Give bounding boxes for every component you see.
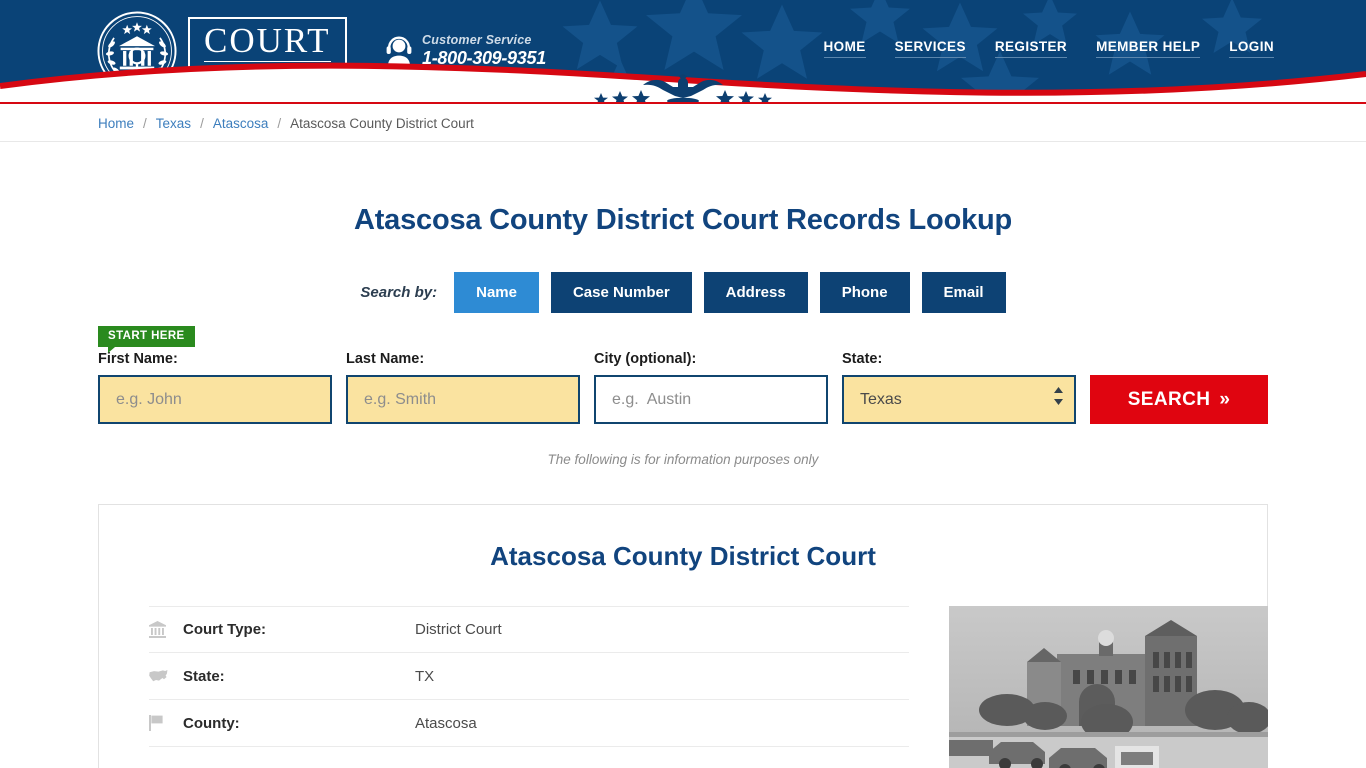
breadcrumb-atascosa[interactable]: Atascosa	[213, 116, 269, 131]
nav-member-help[interactable]: MEMBER HELP	[1096, 39, 1201, 58]
table-row: Court Type: District Court	[149, 606, 909, 653]
start-here-badge: START HERE	[98, 326, 195, 353]
tab-case-number[interactable]: Case Number	[550, 272, 692, 313]
nav-services[interactable]: SERVICES	[894, 39, 966, 58]
logo-word-primary: COURT	[204, 21, 331, 62]
search-type-tabs: Search by: Name Case Number Address Phon…	[0, 272, 1366, 313]
breadcrumb-separator: /	[200, 115, 204, 131]
county-value: Atascosa	[415, 714, 477, 732]
page-title: Atascosa County District Court Records L…	[353, 204, 1013, 236]
double-chevron-right-icon: »	[1219, 388, 1231, 410]
first-name-input[interactable]	[98, 375, 332, 424]
breadcrumb-separator: /	[277, 115, 282, 131]
breadcrumb: Home / Texas / Atascosa / Atascosa Count…	[98, 104, 474, 142]
nav-home[interactable]: HOME	[823, 39, 866, 58]
courthouse-photo	[949, 606, 1268, 768]
city-input[interactable]	[594, 375, 828, 424]
court-detail-table: Court Type: District Court State: TX Cou…	[149, 606, 909, 747]
last-name-field-group: Last Name:	[346, 351, 580, 424]
red-stripe	[0, 102, 1366, 104]
court-type-value: District Court	[415, 621, 502, 638]
main-navigation: HOME SERVICES REGISTER MEMBER HELP LOGIN	[823, 39, 1274, 58]
site-header: COURT CASE FINDER Customer Service 1-800…	[0, 0, 1366, 104]
breadcrumb-current: Atascosa County District Court	[290, 115, 474, 131]
page-content: Atascosa County District Court Records L…	[0, 204, 1366, 768]
breadcrumb-bar: Home / Texas / Atascosa / Atascosa Count…	[0, 104, 1366, 142]
tab-name[interactable]: Name	[454, 272, 539, 313]
tab-email[interactable]: Email	[921, 272, 1006, 313]
search-form: START HERE First Name: Last Name: City (…	[98, 326, 1268, 424]
search-button-label: SEARCH	[1127, 388, 1211, 410]
nav-login[interactable]: LOGIN	[1229, 39, 1274, 58]
court-info-card: Atascosa County District Court Court Typ…	[98, 504, 1268, 768]
state-field-group: State: Texas	[842, 351, 1076, 424]
first-name-field-group: First Name:	[98, 351, 332, 424]
court-type-label: Court Type:	[183, 621, 267, 638]
search-by-label: Search by:	[360, 284, 438, 301]
state-detail-label: State:	[183, 667, 225, 685]
eagle-emblem-wrap	[0, 74, 1366, 104]
tab-phone[interactable]: Phone	[819, 272, 910, 313]
breadcrumb-texas[interactable]: Texas	[156, 116, 191, 131]
eagle-icon	[594, 74, 772, 104]
table-row: County: Atascosa	[149, 700, 909, 747]
county-label: County:	[183, 714, 240, 732]
search-button[interactable]: SEARCH »	[1090, 375, 1268, 424]
first-name-label: First Name:	[98, 351, 178, 367]
flag-icon	[149, 715, 183, 731]
city-label: City (optional):	[594, 351, 697, 367]
card-title: Atascosa County District Court	[490, 541, 876, 571]
bank-icon	[149, 621, 183, 638]
breadcrumb-home[interactable]: Home	[98, 116, 134, 131]
state-label: State:	[842, 351, 883, 367]
breadcrumb-separator: /	[143, 115, 147, 131]
state-detail-value: TX	[415, 667, 435, 685]
state-select[interactable]: Texas	[842, 375, 1076, 424]
us-map-icon	[149, 669, 183, 683]
table-row: State: TX	[149, 653, 909, 700]
city-field-group: City (optional):	[594, 351, 828, 424]
disclaimer-text: The following is for information purpose…	[547, 452, 819, 467]
nav-register[interactable]: REGISTER	[994, 39, 1068, 58]
last-name-label: Last Name:	[346, 351, 425, 367]
customer-service-label: Customer Service	[422, 33, 532, 47]
last-name-input[interactable]	[346, 375, 580, 424]
tab-address[interactable]: Address	[703, 272, 808, 313]
